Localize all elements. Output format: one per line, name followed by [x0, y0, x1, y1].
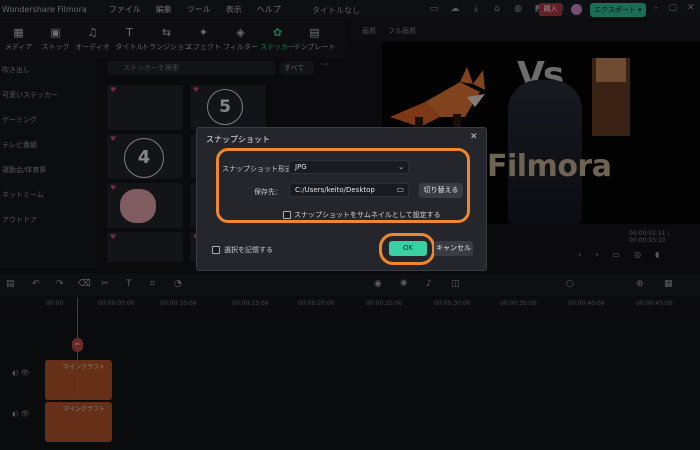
- ok-button[interactable]: OK: [389, 241, 427, 256]
- format-select[interactable]: JPG ⌄: [289, 160, 409, 174]
- switch-button[interactable]: 切り替える: [419, 183, 463, 198]
- thumbnail-checkbox[interactable]: [283, 211, 291, 219]
- close-icon[interactable]: ✕: [470, 132, 478, 142]
- thumbnail-checkbox-label[interactable]: スナップショットをサムネイルとして設定する: [294, 210, 441, 220]
- chevron-down-icon: ⌄: [398, 163, 404, 171]
- dialog-title: スナップショット: [206, 135, 270, 144]
- remember-checkbox-label[interactable]: 選択を記憶する: [224, 245, 273, 255]
- save-path-value: C:/Users/keito/Desktop: [295, 186, 375, 194]
- remember-checkbox[interactable]: [212, 246, 220, 254]
- format-value: JPG: [295, 163, 307, 171]
- save-path-field[interactable]: C:/Users/keito/Desktop ▭: [289, 183, 409, 197]
- snapshot-dialog: スナップショット ✕ スナップショット形式： JPG ⌄ 保存先： C:/Use…: [196, 127, 487, 271]
- folder-icon[interactable]: ▭: [396, 184, 404, 196]
- cancel-button[interactable]: キャンセル: [434, 241, 473, 256]
- format-label: スナップショット形式：: [222, 165, 299, 173]
- save-location-label: 保存先：: [254, 188, 282, 196]
